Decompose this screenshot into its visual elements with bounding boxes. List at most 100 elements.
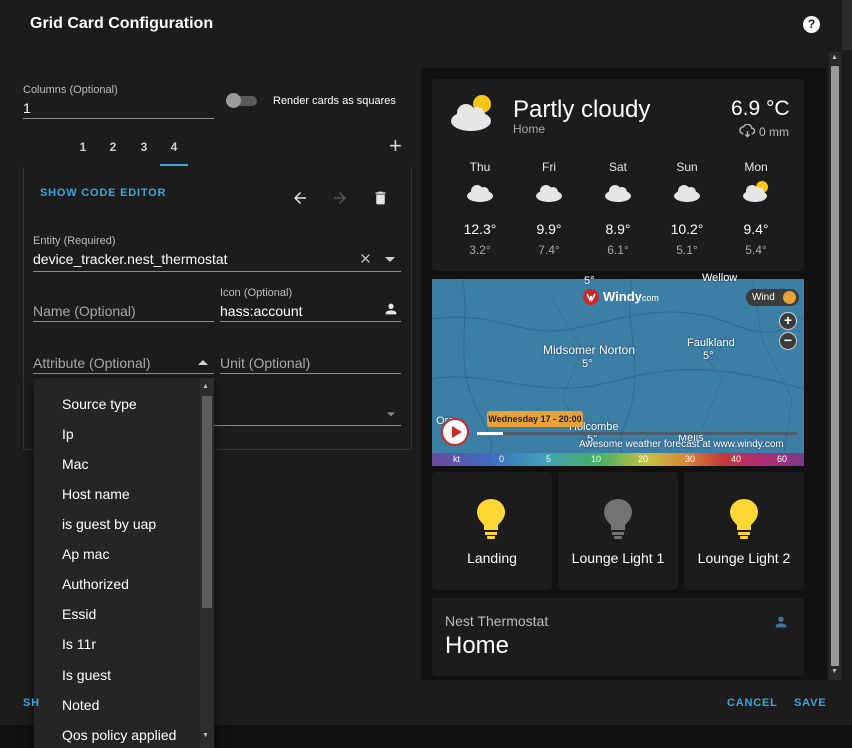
map-place: Faulkland [687, 337, 735, 349]
hidden-field-underline [214, 425, 401, 426]
arrow-left-icon[interactable] [291, 189, 309, 207]
columns-label: Columns (Optional) [23, 84, 118, 96]
forecast-day: Sun [676, 160, 698, 174]
account-icon [775, 616, 787, 628]
delete-icon[interactable] [372, 189, 389, 207]
attribute-option[interactable]: Qos policy applied [62, 727, 176, 743]
forecast-high: 8.9° [605, 221, 631, 237]
light-name: Landing [467, 550, 517, 566]
windy-map[interactable] [432, 279, 804, 466]
help-icon[interactable]: ? [803, 16, 820, 33]
attribute-option[interactable]: Ip [62, 426, 74, 442]
attribute-option[interactable]: Ap mac [62, 546, 109, 562]
dropdown-scroll-thumb[interactable] [202, 396, 212, 608]
map-place: Midsomer Norton [543, 343, 636, 357]
zoom-out-button[interactable]: − [779, 332, 797, 350]
attribute-option[interactable]: Authorized [62, 576, 129, 592]
arrow-right-icon[interactable] [331, 189, 349, 207]
attribute-select[interactable]: Attribute (Optional) [33, 355, 151, 371]
tab-2[interactable]: 2 [105, 140, 121, 154]
scroll-down-icon[interactable]: ▼ [831, 668, 838, 675]
windy-logo-text: Windy [603, 289, 642, 304]
map-attribution[interactable]: Awesome weather forecast at www.windy.co… [579, 439, 784, 450]
map-place: Wellow [702, 272, 738, 284]
icon-label: Icon (Optional) [220, 287, 293, 299]
chevron-up-icon[interactable] [197, 358, 209, 368]
windy-logo: Windycom [603, 289, 659, 304]
rain-cloud-icon [739, 124, 756, 138]
forecast-day: Mon [744, 160, 768, 174]
lightbulb-icon [730, 499, 758, 539]
cloudy-icon [674, 185, 700, 202]
chevron-down-icon[interactable] [384, 254, 396, 264]
icon-underline [220, 321, 401, 322]
account-icon [385, 303, 397, 315]
unit-input[interactable]: Unit (Optional) [220, 355, 310, 371]
lightbulb-icon [604, 499, 632, 539]
scale-label: 30 [685, 454, 696, 464]
lightbulb-icon [477, 499, 505, 539]
cloudy-icon [536, 185, 562, 202]
attribute-underline [33, 373, 214, 374]
map-place-temp: 5° [584, 275, 595, 287]
tab-4[interactable]: 4 [166, 140, 182, 154]
forecast-day: Fri [542, 160, 556, 174]
scale-unit: kt [453, 454, 461, 464]
entity-card-state: Home [445, 632, 510, 659]
map-place-temp: 5° [582, 358, 593, 370]
forecast-time-chip[interactable]: Wednesday 17 - 20:00 [487, 411, 583, 427]
dialog-scroll-thumb[interactable] [831, 66, 839, 666]
forecast-low: 5.1° [676, 243, 698, 257]
attribute-option[interactable]: Noted [62, 697, 99, 713]
square-toggle[interactable] [226, 93, 257, 108]
cloudy-icon [605, 185, 631, 202]
attribute-option[interactable]: is guest by uap [62, 516, 156, 532]
forecast-high: 9.9° [536, 221, 562, 237]
windy-logo-suffix: com [641, 293, 659, 303]
show-code-editor-button[interactable]: SHOW CODE EDITOR [40, 187, 166, 199]
attribute-option[interactable]: Mac [62, 456, 88, 472]
attribute-option[interactable]: Is guest [62, 667, 111, 683]
scale-label: 60 [777, 454, 788, 464]
windy-logo-icon [583, 289, 599, 305]
forecast-low: 6.1° [607, 243, 629, 257]
wind-layer-button[interactable]: Wind [746, 289, 799, 306]
chevron-down-icon[interactable] [386, 410, 396, 418]
save-button[interactable]: SAVE [794, 697, 826, 709]
tab-1[interactable]: 1 [75, 140, 91, 154]
square-toggle-label: Render cards as squares [273, 95, 396, 107]
add-card-button[interactable]: + [389, 134, 402, 158]
forecast-high: 10.2° [670, 221, 704, 237]
scroll-down-icon[interactable]: ▼ [202, 732, 209, 739]
attribute-option[interactable]: Is 11r [62, 636, 96, 652]
dialog-title: Grid Card Configuration [30, 15, 214, 32]
clear-icon[interactable] [358, 251, 373, 266]
scroll-up-icon[interactable]: ▲ [202, 383, 209, 390]
entity-input[interactable]: device_tracker.nest_thermostat [33, 251, 228, 267]
wind-layer-label: Wind [752, 292, 775, 303]
cancel-button[interactable]: CANCEL [727, 697, 778, 709]
name-input[interactable]: Name (Optional) [33, 303, 136, 319]
cloudy-icon [467, 185, 493, 202]
scroll-up-icon[interactable]: ▲ [831, 54, 838, 61]
play-icon [452, 426, 462, 438]
weather-condition: Partly cloudy [513, 96, 651, 123]
forecast-low: 5.4° [745, 243, 767, 257]
attribute-option[interactable]: Source type [62, 396, 137, 412]
unit-underline [220, 373, 401, 374]
light-name: Lounge Light 1 [571, 550, 665, 566]
backdrop-edge [842, 0, 852, 50]
columns-underline [23, 118, 214, 119]
scale-label: 40 [731, 454, 742, 464]
attribute-option[interactable]: Host name [62, 486, 130, 502]
toggle-thumb [226, 93, 241, 108]
tab-3[interactable]: 3 [136, 140, 152, 154]
timeline-track[interactable] [477, 432, 797, 435]
play-button[interactable] [441, 418, 469, 446]
attribute-option[interactable]: Essid [62, 606, 96, 622]
columns-input[interactable]: 1 [23, 100, 31, 116]
show-code-footer-button[interactable]: SH [23, 697, 40, 709]
wind-scale-bar [432, 453, 804, 466]
zoom-in-button[interactable]: + [779, 312, 797, 330]
icon-input[interactable]: hass:account [220, 303, 303, 319]
